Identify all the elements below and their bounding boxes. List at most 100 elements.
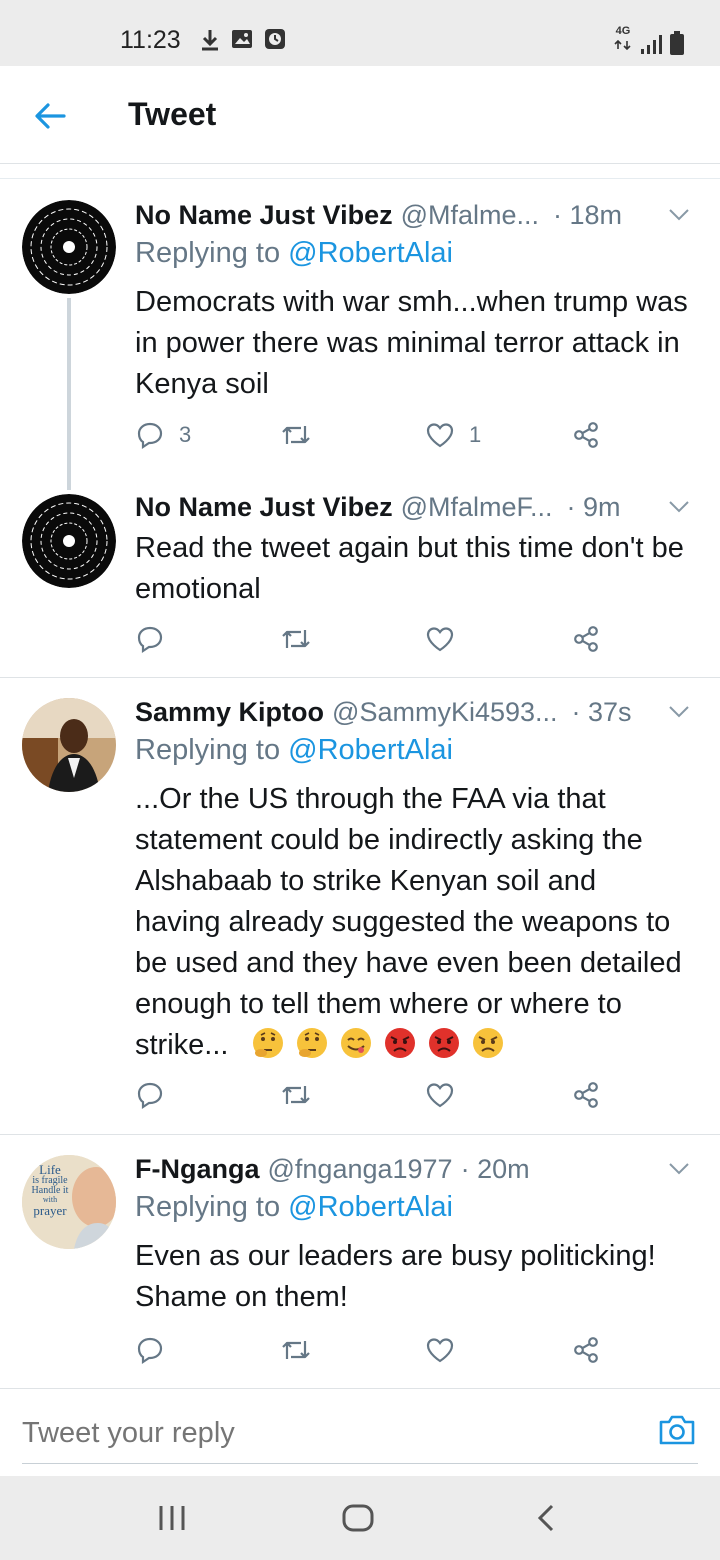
tweet-text-line: be used and they have even been detailed xyxy=(135,947,682,979)
retweet-icon xyxy=(282,1341,310,1359)
tweet-header: F-Nganga @fnganga1977 · 20m xyxy=(135,1149,692,1189)
tweet-header: No Name Just Vibez @MfalmeF... · 9m xyxy=(135,487,692,527)
author-name[interactable]: No Name Just Vibez xyxy=(135,492,393,523)
image-icon xyxy=(231,28,253,55)
tweet-actions xyxy=(135,1080,615,1120)
author-handle[interactable]: @SammyKi4593... xyxy=(332,697,558,728)
reply-button[interactable]: 3 xyxy=(135,420,191,450)
like-button[interactable] xyxy=(425,624,455,654)
reply-button[interactable] xyxy=(135,1335,165,1365)
tweet-text: Read the tweet again but this time don't… xyxy=(135,532,684,605)
angry-face-yellow-emoji xyxy=(472,1028,503,1058)
divider xyxy=(0,677,720,678)
divider xyxy=(0,178,720,179)
reply-prefix: Replying to xyxy=(135,237,281,269)
reply-prefix: Replying to xyxy=(135,1191,281,1223)
thinking-face-emoji xyxy=(252,1028,283,1058)
retweet-button[interactable] xyxy=(279,1335,313,1365)
reply-button[interactable] xyxy=(135,1080,165,1110)
page-title: Tweet xyxy=(128,96,217,132)
chevron-down-icon[interactable] xyxy=(666,201,692,234)
tweet-item[interactable]: Sammy Kiptoo @SammyKi4593... · 37s Reply… xyxy=(0,680,720,1134)
tweet-text-line: Alshabaab to strike Kenyan soil and xyxy=(135,865,597,897)
share-button[interactable] xyxy=(571,624,601,654)
author-name[interactable]: No Name Just Vibez xyxy=(135,200,393,231)
nav-back-button[interactable] xyxy=(534,1498,558,1543)
reply-mention-link[interactable]: @RobertAlai xyxy=(288,237,453,269)
camera-button[interactable] xyxy=(658,1413,696,1452)
status-bar: 11:23 4G xyxy=(0,0,720,66)
home-button[interactable] xyxy=(340,1498,376,1543)
reply-input[interactable] xyxy=(22,1417,622,1450)
avatar[interactable] xyxy=(22,200,116,294)
recent-apps-button[interactable] xyxy=(156,1498,188,1543)
share-icon xyxy=(574,1337,598,1363)
status-right-group: 4G xyxy=(614,26,684,55)
retweet-button[interactable] xyxy=(279,624,313,654)
system-nav-bar xyxy=(0,1476,720,1560)
like-count: 1 xyxy=(469,422,482,447)
retweet-button[interactable] xyxy=(279,420,327,450)
download-icon xyxy=(200,28,220,57)
tweet-actions: 3 1 xyxy=(135,420,615,460)
app-header: Tweet xyxy=(0,66,720,164)
home-icon xyxy=(342,1504,374,1532)
face-savoring-food-emoji xyxy=(340,1028,371,1058)
thinking-face-emoji xyxy=(296,1028,327,1058)
network-label: 4G xyxy=(615,25,631,37)
signal-icon xyxy=(641,35,662,54)
tweet-text-line: having already suggested the weapons to xyxy=(135,906,671,938)
author-handle[interactable]: @Mfalme... xyxy=(401,200,539,231)
tweet-item[interactable]: No Name Just Vibez @Mfalme... · 18m Repl… xyxy=(0,190,720,490)
avatar[interactable] xyxy=(22,494,116,588)
avatar[interactable] xyxy=(22,698,116,792)
tweet-text: ...Or the US through the FAA via that st… xyxy=(135,779,700,1066)
reply-prefix: Replying to xyxy=(135,734,281,766)
angry-face-emoji xyxy=(428,1028,459,1058)
like-button[interactable]: 1 xyxy=(425,420,481,450)
share-button[interactable] xyxy=(571,420,601,450)
reply-mention-link[interactable]: @RobertAlai xyxy=(288,1191,453,1223)
angry-face-emoji xyxy=(384,1028,415,1058)
reply-mention-link[interactable]: @RobertAlai xyxy=(288,734,453,766)
retweet-icon xyxy=(282,1086,310,1104)
tweet-text-line: ...Or the US through the FAA via that xyxy=(135,783,606,815)
avatar-caption: Life is fragile Handle it with prayer xyxy=(22,1163,78,1217)
camera-icon xyxy=(659,1415,695,1445)
author-name[interactable]: F-Nganga xyxy=(135,1154,260,1185)
avatar[interactable]: Life is fragile Handle it with prayer xyxy=(22,1155,116,1249)
tweet-text: Democrats with war smh...when trump was … xyxy=(135,286,688,400)
author-handle[interactable]: @MfalmeF... xyxy=(401,492,553,523)
share-icon xyxy=(574,422,598,448)
tweet-time: · 37s xyxy=(571,696,632,727)
chevron-down-icon[interactable] xyxy=(666,493,692,526)
arrow-left-icon xyxy=(35,103,66,129)
back-button[interactable] xyxy=(28,94,72,138)
retweet-icon xyxy=(282,426,310,444)
tweet-item[interactable]: Life is fragile Handle it with prayer F-… xyxy=(0,1137,720,1387)
alarm-icon xyxy=(264,28,286,55)
reply-icon xyxy=(137,1082,163,1110)
tweet-item[interactable]: No Name Just Vibez @MfalmeF... · 9m Read… xyxy=(0,482,720,677)
share-button[interactable] xyxy=(571,1335,601,1365)
reply-button[interactable] xyxy=(135,624,165,654)
network-indicator: 4G xyxy=(614,26,632,55)
input-underline xyxy=(22,1463,698,1464)
like-button[interactable] xyxy=(425,1080,455,1110)
replying-to: Replying to @RobertAlai xyxy=(135,734,453,767)
like-button[interactable] xyxy=(425,1335,455,1365)
tweet-text: Even as our leaders are busy politicking… xyxy=(135,1240,656,1313)
tweet-text-line: statement could be indirectly asking the xyxy=(135,824,643,856)
heart-icon xyxy=(426,1338,454,1363)
tweet-header: No Name Just Vibez @Mfalme... · 18m xyxy=(135,195,692,235)
retweet-button[interactable] xyxy=(279,1080,313,1110)
chevron-down-icon[interactable] xyxy=(666,698,692,731)
share-button[interactable] xyxy=(571,1080,601,1110)
chevron-down-icon[interactable] xyxy=(666,1155,692,1188)
tweet-time: · 20m xyxy=(460,1153,530,1184)
author-name[interactable]: Sammy Kiptoo xyxy=(135,697,324,728)
author-handle[interactable]: @fnganga1977 xyxy=(268,1154,453,1185)
tweet-text-last-line: strike... xyxy=(135,1025,700,1066)
tweet-text-line: enough to tell them where or where to xyxy=(135,988,622,1020)
share-icon xyxy=(574,626,598,652)
